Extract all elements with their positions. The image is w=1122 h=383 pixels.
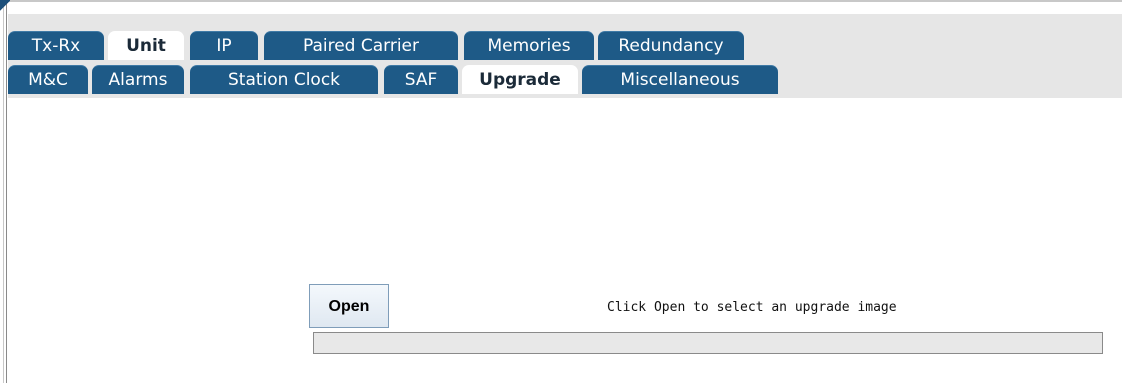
tab-redundancy[interactable]: Redundancy — [598, 31, 744, 60]
window-top-border — [6, 0, 1122, 2]
tab-tx-rx[interactable]: Tx-Rx — [8, 31, 104, 60]
upgrade-hint-text: Click Open to select an upgrade image — [607, 300, 897, 315]
upgrade-panel-window: Tx-Rx Unit IP Paired Carrier Memories Re… — [0, 0, 1122, 383]
tab-unit[interactable]: Unit — [108, 31, 184, 60]
tab-miscellaneous[interactable]: Miscellaneous — [582, 65, 778, 94]
tab-memories[interactable]: Memories — [464, 31, 594, 60]
tab-paired-carrier[interactable]: Paired Carrier — [264, 31, 458, 60]
tab-upgrade[interactable]: Upgrade — [462, 65, 578, 94]
tab-bar: Tx-Rx Unit IP Paired Carrier Memories Re… — [8, 14, 1122, 98]
tab-m-and-c[interactable]: M&C — [8, 65, 88, 94]
upgrade-progress-bar — [313, 332, 1103, 354]
tab-alarms[interactable]: Alarms — [92, 65, 184, 94]
tab-saf[interactable]: SAF — [384, 65, 458, 94]
window-left-border — [0, 0, 7, 383]
window-corner-icon — [0, 0, 10, 14]
tab-ip[interactable]: IP — [190, 31, 258, 60]
open-button[interactable]: Open — [309, 284, 389, 328]
tab-station-clock[interactable]: Station Clock — [190, 65, 378, 94]
